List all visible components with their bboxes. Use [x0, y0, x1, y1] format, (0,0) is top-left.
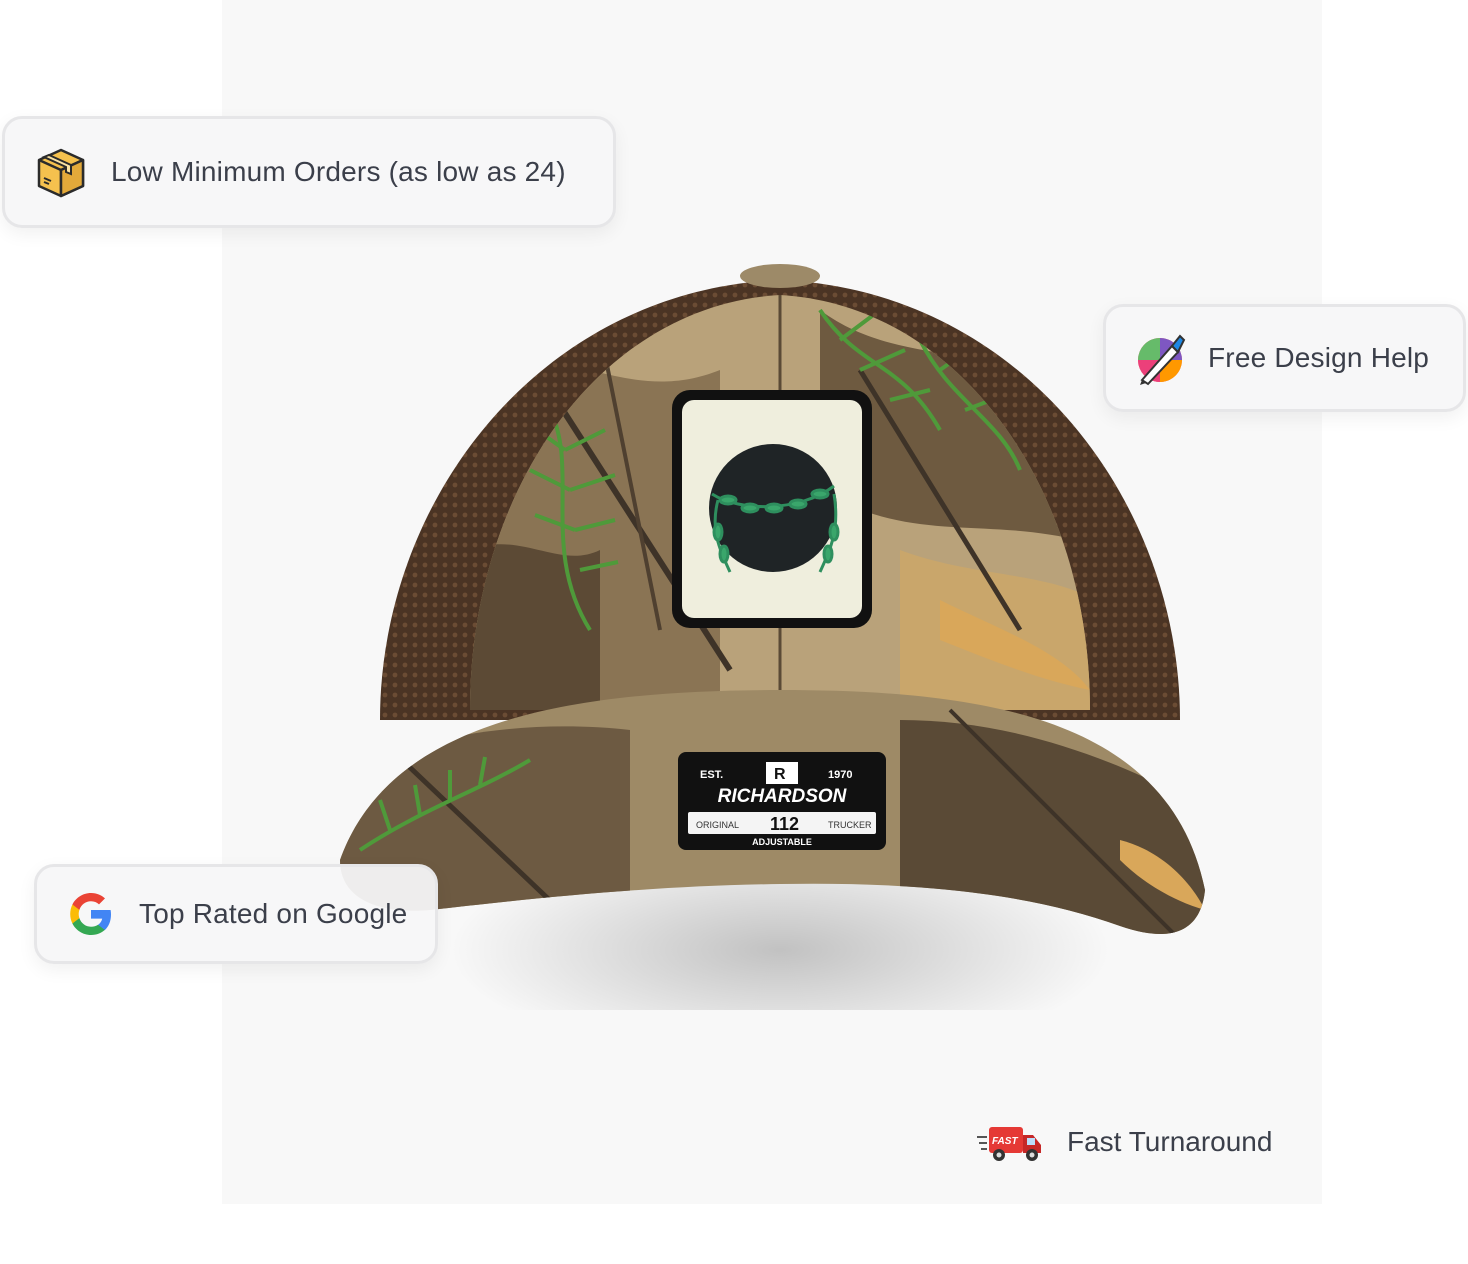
hat-brand-label: EST. R 1970 RICHARDSON ORIGINAL 112 TRUC…	[678, 752, 886, 850]
feature-badge-google: Top Rated on Google	[34, 864, 438, 964]
feature-badge-design-help: Free Design Help	[1103, 304, 1466, 412]
svg-text:TRUCKER: TRUCKER	[828, 820, 872, 830]
feature-badge-fast-turnaround: FAST Fast Turnaround	[975, 1112, 1272, 1172]
feature-label: Free Design Help	[1208, 342, 1430, 373]
svg-text:1970: 1970	[828, 769, 852, 781]
svg-text:112: 112	[770, 814, 799, 834]
svg-text:EST.: EST.	[700, 769, 723, 781]
design-pen-icon	[1138, 334, 1186, 386]
package-box-icon	[37, 148, 85, 198]
svg-text:ADJUSTABLE: ADJUSTABLE	[752, 837, 812, 847]
google-g-icon	[70, 893, 111, 935]
svg-text:R: R	[774, 766, 786, 783]
hat-patch	[672, 390, 872, 628]
fast-delivery-truck-icon: FAST	[977, 1127, 1041, 1161]
feature-label: Low Minimum Orders (as low as 24)	[111, 156, 566, 187]
feature-badge-low-minimum: Low Minimum Orders (as low as 24)	[2, 116, 616, 228]
feature-label: Top Rated on Google	[139, 898, 408, 929]
feature-label: Fast Turnaround	[1067, 1126, 1273, 1157]
svg-text:RICHARDSON: RICHARDSON	[718, 786, 848, 807]
svg-text:ORIGINAL: ORIGINAL	[696, 820, 739, 830]
hat-top-button	[740, 264, 820, 288]
svg-text:FAST: FAST	[992, 1136, 1018, 1147]
